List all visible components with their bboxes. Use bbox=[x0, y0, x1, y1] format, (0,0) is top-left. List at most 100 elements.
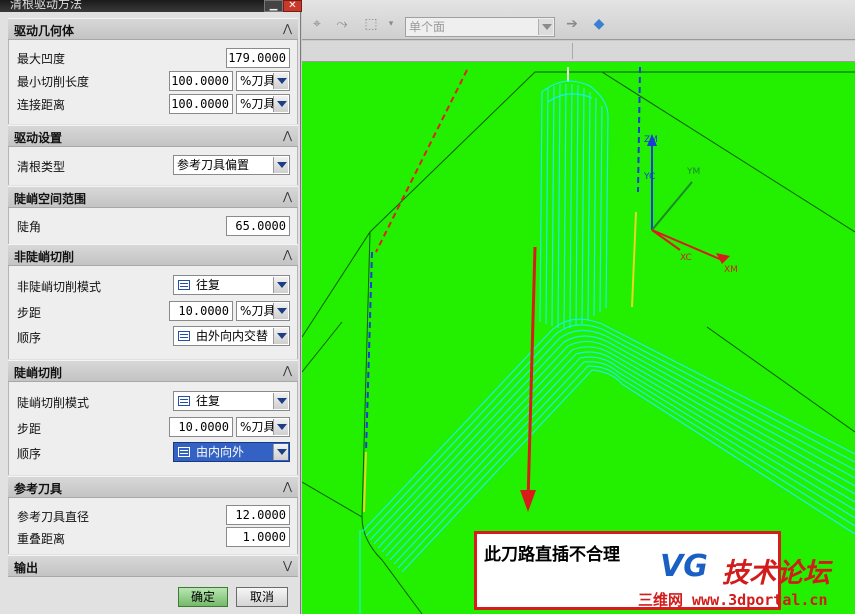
select-text: 由内向外 bbox=[196, 445, 245, 459]
chevron-up-icon: ⋀ bbox=[282, 22, 292, 35]
steep-angle-label: 陡角 bbox=[17, 220, 42, 234]
steep-order-select[interactable]: 由内向外 bbox=[173, 442, 290, 462]
section-drive-geometry: 驱动几何体 ⋀ 最大凹度 179.0000 最小切削长度 100.0000 %刀… bbox=[8, 18, 298, 124]
chevron-down-icon bbox=[273, 444, 288, 460]
min-cut-length-unit-select[interactable]: %刀具 bbox=[236, 71, 290, 91]
minimize-icon: ▁ bbox=[269, 0, 278, 11]
section-title: 驱动几何体 bbox=[14, 24, 75, 38]
connect-distance-input[interactable]: 100.0000 bbox=[169, 94, 233, 114]
chevron-down-icon bbox=[273, 328, 288, 344]
zigzag-icon bbox=[178, 280, 190, 290]
steep-stepover-label: 步距 bbox=[17, 422, 42, 436]
chevron-down-icon[interactable]: ▾ bbox=[382, 15, 400, 33]
snap-link-icon[interactable]: ⤳ bbox=[333, 15, 351, 33]
chevron-down-icon bbox=[273, 73, 288, 89]
section-header-non-steep[interactable]: 非陡峭切削 ⋀ bbox=[8, 244, 298, 266]
section-header-steep-range[interactable]: 陡峭空间范围 ⋀ bbox=[8, 186, 298, 208]
close-icon: ✕ bbox=[288, 0, 297, 11]
steep-order-label: 顺序 bbox=[17, 447, 42, 461]
steep-angle-input[interactable]: 65.0000 bbox=[226, 216, 290, 236]
steep-stepover-unit-select[interactable]: %刀具 bbox=[236, 417, 290, 437]
section-output: 输出 ⋁ bbox=[8, 555, 298, 577]
unit-text: %刀具 bbox=[240, 97, 276, 111]
section-header-steep[interactable]: 陡峭切削 ⋀ bbox=[8, 360, 298, 382]
chevron-down-icon: ⋁ bbox=[282, 559, 292, 572]
dialog-titlebar[interactable]: 清根驱动方法 ▁ ✕ bbox=[0, 0, 302, 12]
section-header-drive-settings[interactable]: 驱动设置 ⋀ bbox=[8, 125, 298, 147]
chevron-up-icon: ⋀ bbox=[282, 129, 292, 142]
non-steep-order-select[interactable]: 由外向内交替 bbox=[173, 326, 290, 346]
steep-pattern-label: 陡峭切削模式 bbox=[17, 396, 90, 410]
cube-view-icon[interactable]: ◆ bbox=[590, 15, 608, 33]
cleanup-type-label: 清根类型 bbox=[17, 160, 66, 174]
select-text: 由外向内交替 bbox=[196, 329, 269, 343]
select-text: 单个面 bbox=[409, 20, 446, 34]
section-header-output[interactable]: 输出 ⋁ bbox=[8, 555, 298, 577]
axis-label-zm: ZM bbox=[644, 135, 658, 145]
unit-text: %刀具 bbox=[240, 74, 276, 88]
non-steep-order-label: 顺序 bbox=[17, 331, 42, 345]
overlap-distance-label: 重叠距离 bbox=[17, 532, 66, 546]
order-icon bbox=[178, 447, 190, 457]
section-steep-range: 陡峭空间范围 ⋀ 陡角 65.0000 bbox=[8, 186, 298, 244]
section-header-drive-geometry[interactable]: 驱动几何体 ⋀ bbox=[8, 18, 298, 40]
section-reference-tool: 参考刀具 ⋀ 参考刀具直径 12.0000 重叠距离 1.0000 bbox=[8, 476, 298, 554]
section-title: 输出 bbox=[14, 561, 39, 575]
non-steep-pattern-select[interactable]: 往复 bbox=[173, 275, 290, 295]
logo-title: 技术论坛 bbox=[722, 558, 830, 589]
section-steep-cut: 陡峭切削 ⋀ 陡峭切削模式 往复 步距 10.0000 %刀具 顺序 由内向外 bbox=[8, 360, 298, 475]
section-title: 陡峭空间范围 bbox=[14, 192, 87, 206]
chevron-up-icon: ⋀ bbox=[282, 248, 292, 261]
max-concavity-label: 最大凹度 bbox=[17, 52, 66, 66]
connect-distance-label: 连接距离 bbox=[17, 98, 66, 112]
order-icon bbox=[178, 331, 190, 341]
unit-text: %刀具 bbox=[240, 304, 276, 318]
selection-filter-select[interactable]: 单个面 bbox=[405, 17, 555, 37]
cleanup-drive-dialog: 清根驱动方法 ▁ ✕ 驱动几何体 ⋀ 最大凹度 179.0000 最小切削长度 … bbox=[0, 0, 302, 614]
screen: 清根驱动方法 ▁ ✕ 驱动几何体 ⋀ 最大凹度 179.0000 最小切削长度 … bbox=[0, 0, 855, 614]
max-concavity-input[interactable]: 179.0000 bbox=[226, 48, 290, 68]
chevron-up-icon: ⋀ bbox=[282, 364, 292, 377]
min-cut-length-label: 最小切削长度 bbox=[17, 75, 90, 89]
select-text: 往复 bbox=[196, 278, 221, 292]
section-title: 非陡峭切削 bbox=[14, 250, 75, 264]
overlap-distance-input[interactable]: 1.0000 bbox=[226, 527, 290, 547]
non-steep-stepover-input[interactable]: 10.0000 bbox=[169, 301, 233, 321]
toolbar-row-secondary bbox=[302, 41, 855, 62]
section-title: 驱动设置 bbox=[14, 131, 63, 145]
chevron-down-icon bbox=[273, 393, 288, 409]
dialog-title: 清根驱动方法 bbox=[10, 0, 83, 11]
graphics-viewport[interactable]: ⌖ ⤳ ⬚ ▾ 单个面 ➔ ◆ ZM YC XC YM XM 此刀路直插不合理 … bbox=[302, 0, 855, 614]
forum-watermark: VG 技术论坛 三维网 www.3dportal.cn bbox=[638, 545, 855, 614]
logo-url: 三维网 www.3dportal.cn bbox=[638, 591, 828, 609]
zigzag-icon bbox=[178, 396, 190, 406]
connect-distance-unit-select[interactable]: %刀具 bbox=[236, 94, 290, 114]
section-drive-settings: 驱动设置 ⋀ 清根类型 参考刀具偏置 bbox=[8, 125, 298, 185]
ref-tool-diameter-label: 参考刀具直径 bbox=[17, 510, 90, 524]
ref-tool-diameter-input[interactable]: 12.0000 bbox=[226, 505, 290, 525]
steep-stepover-input[interactable]: 10.0000 bbox=[169, 417, 233, 437]
section-header-reference-tool[interactable]: 参考刀具 ⋀ bbox=[8, 476, 298, 498]
cleanup-type-select[interactable]: 参考刀具偏置 bbox=[173, 155, 290, 175]
axis-label-ym: YM bbox=[686, 167, 700, 177]
cancel-button[interactable]: 取消 bbox=[236, 587, 288, 607]
close-button[interactable]: ✕ bbox=[283, 0, 302, 12]
select-box-icon[interactable]: ⬚ bbox=[362, 15, 380, 33]
non-steep-stepover-unit-select[interactable]: %刀具 bbox=[236, 301, 290, 321]
select-text: 往复 bbox=[196, 394, 221, 408]
min-cut-length-input[interactable]: 100.0000 bbox=[169, 71, 233, 91]
section-body: 参考刀具直径 12.0000 重叠距离 1.0000 bbox=[8, 498, 298, 554]
section-body: 清根类型 参考刀具偏置 bbox=[8, 147, 298, 185]
section-non-steep-cut: 非陡峭切削 ⋀ 非陡峭切削模式 往复 步距 10.0000 %刀具 顺序 由外向… bbox=[8, 244, 298, 359]
section-title: 参考刀具 bbox=[14, 482, 63, 496]
minimize-button[interactable]: ▁ bbox=[264, 0, 283, 12]
chevron-down-icon bbox=[273, 419, 288, 435]
chevron-up-icon: ⋀ bbox=[282, 190, 292, 203]
chevron-down-icon bbox=[273, 303, 288, 319]
steep-pattern-select[interactable]: 往复 bbox=[173, 391, 290, 411]
snap-point-icon[interactable]: ⌖ bbox=[308, 15, 326, 33]
logo-vg: VG bbox=[660, 549, 708, 584]
ok-button[interactable]: 确定 bbox=[178, 587, 228, 607]
axis-label-yc: YC bbox=[643, 172, 655, 182]
arrow-right-icon[interactable]: ➔ bbox=[563, 15, 581, 33]
